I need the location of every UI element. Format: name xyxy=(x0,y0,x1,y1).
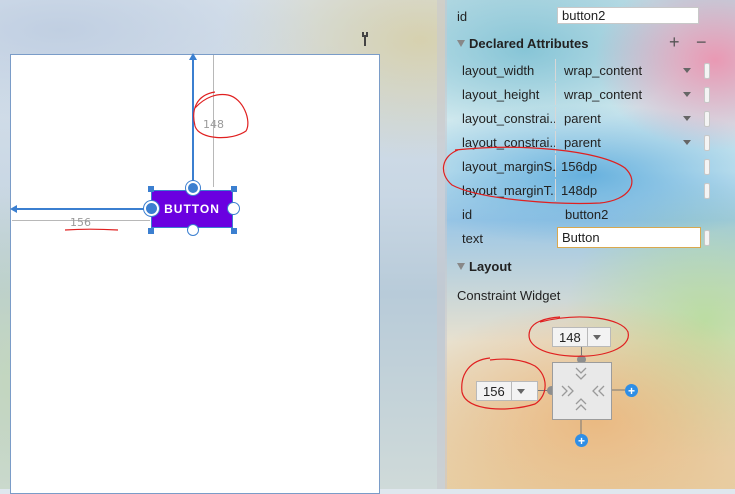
id-label: id xyxy=(457,9,468,24)
collapse-triangle-icon xyxy=(457,263,465,270)
add-end-constraint-icon[interactable]: + xyxy=(625,384,638,397)
layout-width-dropdown[interactable] xyxy=(679,62,695,78)
button-widget[interactable]: BUTTON xyxy=(151,190,233,228)
add-attribute-button[interactable]: + xyxy=(669,32,680,53)
attr-name: id xyxy=(462,206,473,222)
splitter[interactable] xyxy=(437,0,447,489)
attr-name: layout_marginT... xyxy=(462,182,555,198)
constraint-top-stub xyxy=(704,135,710,151)
resize-handle-br[interactable] xyxy=(231,228,237,234)
attr-row-margin-start[interactable]: layout_marginS... 156dp xyxy=(453,154,729,178)
collapse-triangle-icon xyxy=(457,40,465,47)
top-margin-spinner[interactable]: 148 xyxy=(552,327,611,347)
top-margin-dropdown-icon[interactable] xyxy=(587,328,606,346)
bottom-anchor[interactable] xyxy=(187,224,199,236)
start-dimension-label: 156 xyxy=(70,216,91,229)
start-anchor[interactable] xyxy=(144,201,159,216)
constraint-widget-box[interactable] xyxy=(552,362,612,420)
start-margin-value[interactable]: 156 xyxy=(477,384,511,399)
id-input[interactable]: button2 xyxy=(557,7,699,24)
add-bottom-constraint-icon[interactable]: + xyxy=(575,434,588,447)
wrench-icon[interactable] xyxy=(360,31,374,47)
constraint-start-dropdown[interactable] xyxy=(679,110,695,126)
top-anchor[interactable] xyxy=(186,181,200,195)
attr-row-id[interactable]: id button2 xyxy=(453,202,729,226)
margin-start-stub xyxy=(704,159,710,175)
design-canvas[interactable] xyxy=(10,54,380,494)
constraint-start-stub xyxy=(704,111,710,127)
attr-name: layout_height xyxy=(462,86,540,102)
constraint-widget-label: Constraint Widget xyxy=(457,288,561,303)
top-constraint-line[interactable] xyxy=(192,58,194,186)
attr-name: text xyxy=(462,230,483,246)
resize-handle-tl[interactable] xyxy=(148,186,154,192)
end-anchor[interactable] xyxy=(227,202,240,215)
attr-name: layout_constrai... xyxy=(462,110,555,126)
text-input[interactable]: Button xyxy=(557,227,701,248)
layout-width-stub xyxy=(704,63,710,79)
attr-name: layout_width xyxy=(462,62,535,78)
resize-handle-tr[interactable] xyxy=(231,186,237,192)
top-dimension-label: 148 xyxy=(203,118,224,131)
constraint-top-dropdown[interactable] xyxy=(679,134,695,150)
declared-attributes-title: Declared Attributes xyxy=(469,36,589,51)
text-stub xyxy=(704,230,710,246)
layout-title: Layout xyxy=(469,259,512,274)
start-constraint-line[interactable] xyxy=(17,208,147,210)
margin-top-stub xyxy=(704,183,710,199)
remove-attribute-button[interactable]: − xyxy=(696,32,707,53)
layout-height-stub xyxy=(704,87,710,103)
attr-value[interactable]: button2 xyxy=(556,207,729,222)
start-constraint-arrow xyxy=(10,205,17,213)
resize-handle-bl[interactable] xyxy=(148,228,154,234)
layout-header[interactable]: Layout xyxy=(457,259,512,274)
layout-height-dropdown[interactable] xyxy=(679,86,695,102)
attr-name: layout_marginS... xyxy=(462,158,555,174)
attr-name: layout_constrai... xyxy=(462,134,555,150)
attr-row-margin-top[interactable]: layout_marginT... 148dp xyxy=(453,178,729,202)
start-margin-spinner[interactable]: 156 xyxy=(476,381,538,401)
start-margin-dropdown-icon[interactable] xyxy=(511,382,530,400)
top-margin-value[interactable]: 148 xyxy=(553,330,587,345)
declared-attributes-header[interactable]: Declared Attributes xyxy=(457,36,588,51)
top-constraint-arrow xyxy=(189,53,197,60)
